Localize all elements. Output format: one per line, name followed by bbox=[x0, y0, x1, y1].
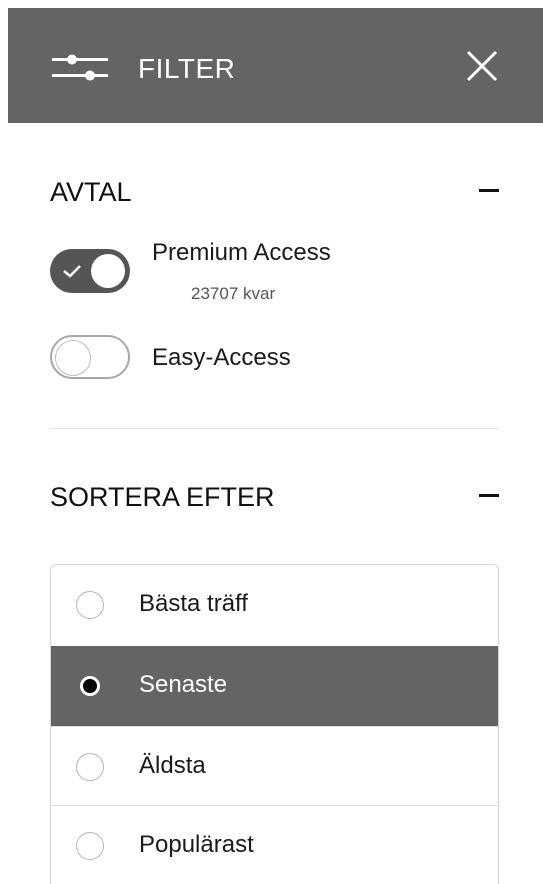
toggle-knob bbox=[55, 340, 91, 376]
check-icon bbox=[63, 265, 81, 278]
sort-section-title: SORTERA EFTER bbox=[50, 482, 275, 512]
premium-access-label: Premium Access bbox=[152, 239, 331, 266]
filter-panel: FILTER AVTAL Premium Access 23707 kvar E… bbox=[8, 0, 543, 884]
easy-access-label: Easy-Access bbox=[152, 344, 291, 371]
avtal-section-title: AVTAL bbox=[50, 177, 132, 207]
sort-option-label: Senaste bbox=[139, 671, 228, 698]
sort-option-popularast[interactable]: Populärast bbox=[51, 805, 498, 884]
sort-option-aldsta[interactable]: Äldsta bbox=[51, 726, 498, 806]
easy-access-toggle[interactable] bbox=[50, 335, 130, 379]
sort-option-label: Äldsta bbox=[139, 752, 206, 779]
sort-option-basta-traff[interactable]: Bästa träff bbox=[51, 565, 498, 645]
premium-access-remaining: 23707 kvar bbox=[191, 284, 276, 303]
filter-sliders-icon bbox=[52, 54, 108, 81]
sort-options-list: Bästa träff Senaste Äldsta Populärast bbox=[50, 564, 499, 884]
premium-access-toggle[interactable] bbox=[50, 249, 130, 293]
radio-button[interactable] bbox=[76, 591, 104, 619]
sort-option-senaste[interactable]: Senaste bbox=[51, 646, 498, 726]
radio-button[interactable] bbox=[76, 753, 104, 781]
radio-button[interactable] bbox=[76, 832, 104, 860]
close-icon[interactable] bbox=[460, 44, 504, 88]
filter-header: FILTER bbox=[8, 8, 543, 123]
avtal-collapse-minus-icon[interactable] bbox=[479, 180, 499, 200]
filter-title: FILTER bbox=[138, 53, 236, 84]
sort-option-label: Populärast bbox=[139, 831, 254, 858]
radio-button-selected[interactable] bbox=[80, 676, 100, 696]
sort-option-label: Bästa träff bbox=[139, 590, 248, 617]
toggle-knob bbox=[91, 254, 125, 288]
section-divider bbox=[50, 428, 499, 429]
sort-collapse-minus-icon[interactable] bbox=[479, 485, 499, 505]
